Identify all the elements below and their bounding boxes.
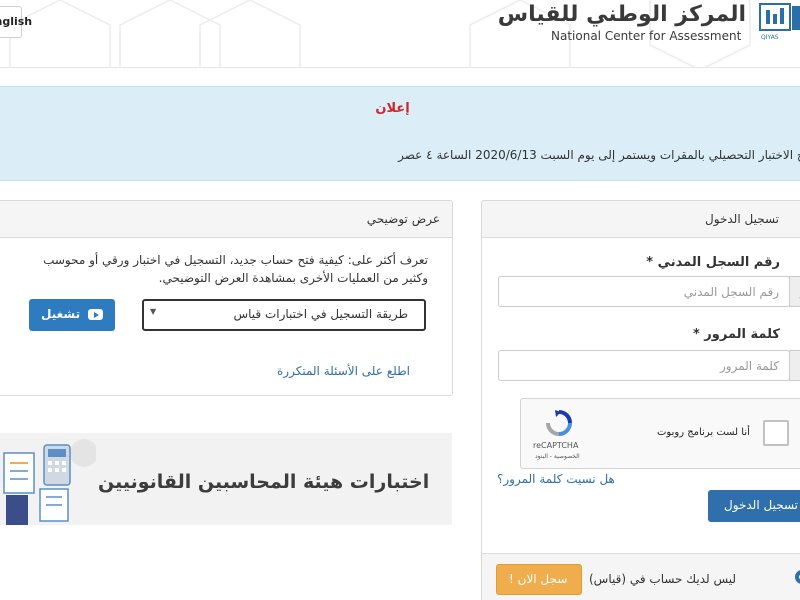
civil-id-label: رقم السجل المدني * [646,255,780,270]
faq-link[interactable]: اطلع على الأسئلة المتكررة [277,364,410,378]
brand-name-english: National Center for Assessment [551,29,742,43]
youtube-icon [88,309,103,320]
chat-icon[interactable] [794,569,800,585]
page: English المركز الوطني للقياس National Ce… [0,0,800,600]
site-header: English المركز الوطني للقياس National Ce… [0,0,800,68]
play-button-label: تشغيل [41,307,81,321]
qiyas-logo-icon[interactable]: QIYAS [758,2,800,42]
civil-id-input[interactable] [498,276,790,307]
login-panel-title: تسجيل الدخول [705,212,779,226]
password-input[interactable] [498,350,790,381]
lock-icon: 🔒 [789,350,800,381]
register-button-label: سجل الان ! [509,572,568,586]
accountants-exams-banner[interactable]: اختبارات هيئة المحاسبين القانونيين [0,433,452,525]
language-switch-button[interactable]: English [0,6,32,38]
demo-panel-header: عرض توضيحي [0,201,452,238]
recaptcha-widget: أنا لست برنامج روبوت reCAPTCHA الخصوصية … [520,398,800,469]
recaptcha-icon [546,410,572,436]
banner-title: اختبارات هيئة المحاسبين القانونيين [98,471,430,493]
user-icon: 👤 [789,276,800,307]
play-button[interactable]: تشغيل [29,299,115,331]
no-account-text: ليس لديك حساب في (قياس) [589,572,737,586]
chevron-down-icon: ▼ [150,307,157,316]
password-label: كلمة المرور * [692,327,780,342]
login-panel: تسجيل الدخول رقم السجل المدني * 👤 كلمة ا… [481,200,800,600]
calculator-documents-illustration [3,439,96,525]
svg-text:QIYAS: QIYAS [761,34,779,41]
demo-description-line2: وكثير من العمليات الأخرى بمشاهدة العرض ا… [158,271,428,285]
recaptcha-label: أنا لست برنامج روبوت [657,427,750,438]
recaptcha-brand: reCAPTCHA [533,441,579,450]
demo-panel: عرض توضيحي تعرف أكثر على: كيفية فتح حساب… [0,200,453,396]
register-footer: ليس لديك حساب في (قياس) سجل الان ! [482,553,800,600]
demo-panel-title: عرض توضيحي [366,212,440,226]
demo-select-value: طريقة التسجيل في اختبارات قياس [233,307,408,321]
announcement-box: إعلان فتح الاختبار التحصيلي بالمقرات ويس… [0,86,800,181]
brand-name-arabic: المركز الوطني للقياس [497,2,746,27]
announcement-text: فتح الاختبار التحصيلي بالمقرات ويستمر إل… [398,148,800,162]
recaptcha-checkbox[interactable] [763,420,789,446]
login-button-label: تسجيل الدخول [724,498,798,512]
demo-description-line1: تعرف أكثر على: كيفية فتح حساب جديد، التس… [43,253,428,267]
forgot-password-link[interactable]: هل نسيت كلمة المرور؟ [497,472,615,486]
register-button[interactable]: سجل الان ! [496,564,582,595]
demo-video-select[interactable]: طريقة التسجيل في اختبارات قياس ▼ [142,299,426,331]
login-button[interactable]: تسجيل الدخول [708,490,800,522]
login-panel-header: تسجيل الدخول [482,201,800,238]
demo-description: تعرف أكثر على: كيفية فتح حساب جديد، التس… [0,251,428,287]
announcement-title: إعلان [375,101,410,116]
recaptcha-privacy-terms[interactable]: الخصوصية - البنود [535,453,580,460]
